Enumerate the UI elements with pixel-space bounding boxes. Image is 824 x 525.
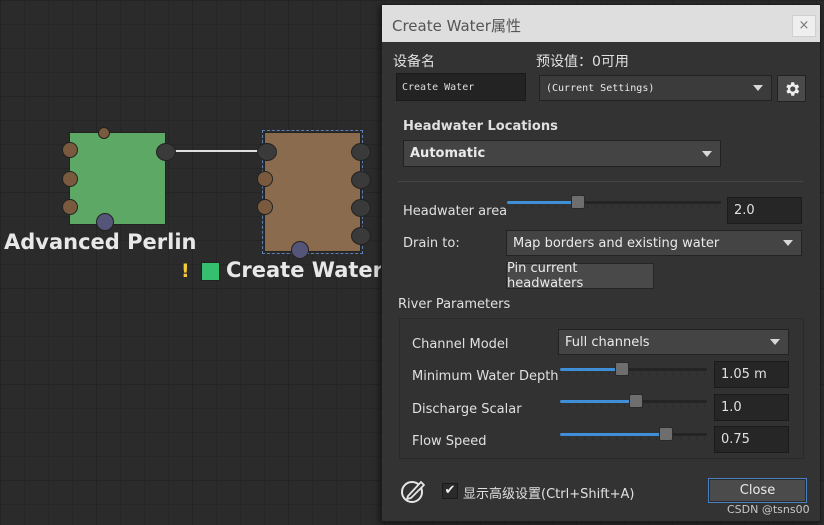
advanced-settings-label: 显示高级设置(Ctrl+Shift+A) [463,487,635,502]
node-color-swatch [201,262,220,281]
properties-dialog: Create Water属性 × 设备名 预设值：0可用 Create Wate… [381,4,821,522]
slider-handle[interactable] [570,195,585,209]
input-port[interactable] [62,199,78,215]
discharge-scalar-input[interactable]: 1.0 [714,394,789,421]
create-water-label: Create Water [226,258,383,282]
input-port[interactable] [257,143,277,161]
advanced-perlin-node[interactable] [62,127,176,231]
output-port[interactable] [156,143,176,161]
headwater-mode-value: Automatic [410,146,486,161]
drain-to-label: Drain to: [403,236,460,251]
headwater-area-input[interactable]: 2.0 [727,197,802,224]
mask-port[interactable] [96,213,114,231]
divider [398,181,803,182]
pin-headwaters-button[interactable]: Pin current headwaters [506,261,654,291]
create-water-node[interactable] [257,130,371,259]
preset-label: 预设值：0可用 [536,54,629,70]
min-depth-input[interactable]: 1.05 m [714,361,789,388]
flow-speed-input[interactable]: 0.75 [714,426,789,453]
input-port[interactable] [62,171,78,187]
close-button[interactable]: Close [708,478,807,503]
chevron-down-icon [702,150,712,157]
dialog-titlebar[interactable]: Create Water属性 × [382,5,820,42]
device-name-label: 设备名 [393,54,435,70]
input-port[interactable] [257,171,273,187]
device-name-input[interactable]: Create Water [396,73,526,101]
min-depth-label: Minimum Water Depth [412,369,559,384]
discharge-scalar-label: Discharge Scalar [412,402,522,417]
flow-speed-slider[interactable] [560,427,707,443]
output-port[interactable] [351,227,371,245]
dialog-title: Create Water属性 [392,17,521,35]
channel-model-dropdown[interactable]: Full channels [558,329,789,355]
advanced-settings-checkbox[interactable]: ✔ [442,483,458,499]
channel-model-label: Channel Model [412,337,509,352]
slider-handle[interactable] [629,394,644,408]
input-port[interactable] [257,199,273,215]
chevron-down-icon [783,240,793,246]
headwater-section-heading: Headwater Locations [403,119,558,134]
flow-speed-label: Flow Speed [412,434,487,449]
warning-icon: ! [181,260,190,282]
output-port[interactable] [351,171,371,189]
headwater-mode-dropdown[interactable]: Automatic [403,140,721,167]
input-port[interactable] [62,142,78,158]
slider-handle[interactable] [614,362,629,376]
headwater-area-slider[interactable] [507,195,721,211]
drain-to-dropdown[interactable]: Map borders and existing water [506,230,802,256]
advanced-perlin-label: Advanced Perlin [4,230,197,254]
headwater-area-label: Headwater area [403,204,508,219]
gear-icon [785,81,799,96]
pencil-icon[interactable] [399,477,427,505]
preset-value: (Current Settings) [546,82,655,94]
river-parameters-group: Channel Model Full channels Minimum Wate… [399,318,804,459]
close-icon[interactable]: × [792,15,816,37]
chevron-down-icon [753,85,763,91]
min-depth-slider[interactable] [560,362,707,378]
river-parameters-heading: River Parameters [398,297,511,312]
channel-model-value: Full channels [565,334,650,350]
preset-settings-button[interactable] [777,75,806,102]
output-port[interactable] [351,199,371,217]
mask-port[interactable] [291,241,309,259]
connection-wire [163,150,269,152]
watermark: CSDN @tsns00 [727,503,810,516]
discharge-scalar-slider[interactable] [560,394,707,410]
preset-dropdown[interactable]: (Current Settings) [539,75,772,101]
slider-handle[interactable] [658,427,673,441]
output-port[interactable] [351,143,371,161]
top-port[interactable] [98,127,110,139]
chevron-down-icon [770,339,780,345]
drain-to-value: Map borders and existing water [513,235,720,251]
